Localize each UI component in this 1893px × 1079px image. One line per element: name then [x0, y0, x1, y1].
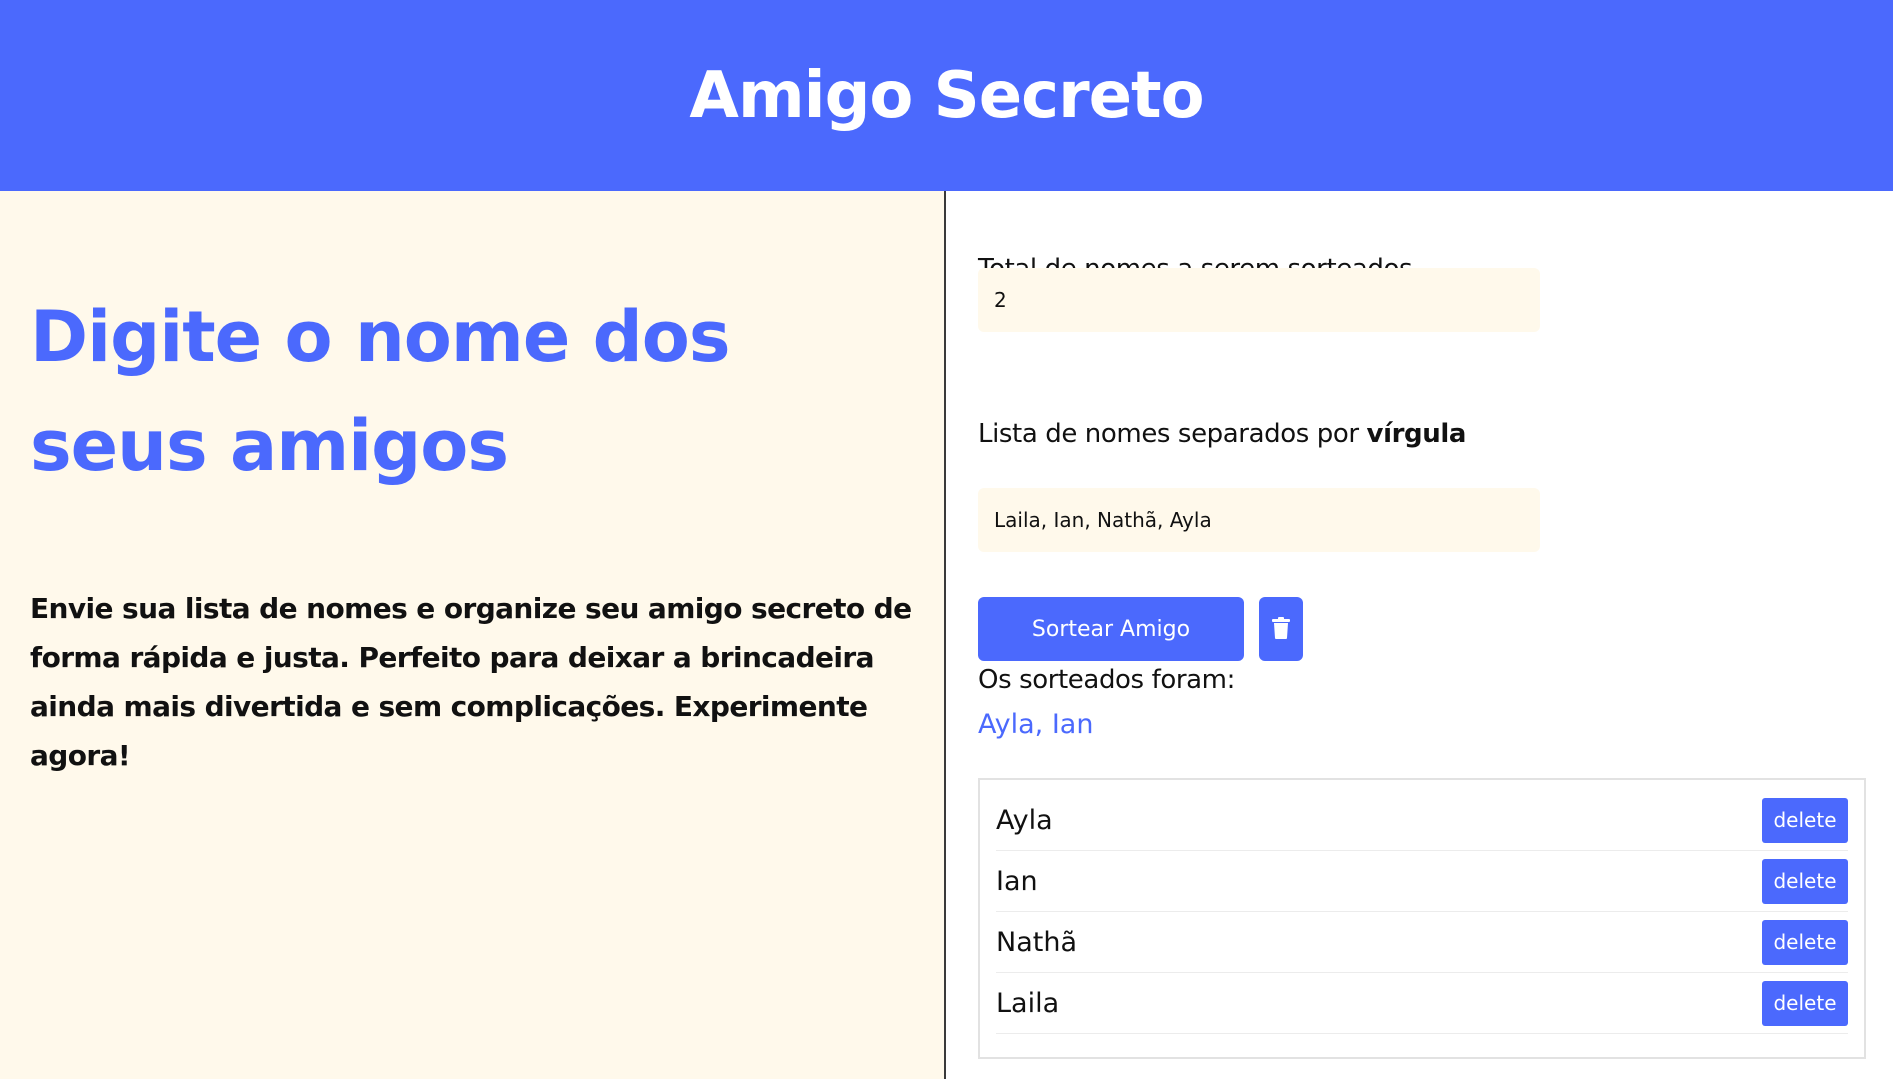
list-item-name: Nathã — [996, 926, 1077, 958]
names-list-label: Lista de nomes separados por vírgula — [978, 419, 1466, 449]
list-item: Laila delete — [996, 973, 1848, 1034]
list-item-name: Ian — [996, 865, 1038, 897]
names-list-label-bold: vírgula — [1366, 419, 1467, 449]
draw-friend-button[interactable]: Sortear Amigo — [978, 597, 1244, 661]
app-title: Amigo Secreto — [689, 58, 1204, 133]
list-item: Ian delete — [996, 851, 1848, 912]
app-header: Amigo Secreto — [0, 0, 1893, 191]
list-item-name: Laila — [996, 987, 1060, 1019]
list-item: Nathã delete — [996, 912, 1848, 973]
results-value: Ayla, Ian — [978, 709, 1094, 740]
clear-button[interactable] — [1259, 597, 1303, 661]
list-item: Ayla delete — [996, 790, 1848, 851]
form-panel: Total de nomes a serem sorteados Lista d… — [948, 191, 1893, 1079]
list-item-name: Ayla — [996, 804, 1053, 836]
names-list-input[interactable] — [978, 488, 1540, 552]
delete-button[interactable]: delete — [1762, 980, 1848, 1026]
intro-description: Envie sua lista de nomes e organize seu … — [30, 592, 912, 772]
names-list-label-text: Lista de nomes separados por — [978, 419, 1359, 449]
names-list: Ayla delete Ian delete Nathã delete Lail… — [978, 778, 1866, 1059]
results-title: Os sorteados foram: — [978, 665, 1235, 695]
total-names-input[interactable] — [978, 268, 1540, 332]
intro-heading: Digite o nome dos seus amigos — [30, 296, 731, 487]
intro-panel: Digite o nome dos seus amigos Envie sua … — [0, 191, 946, 1079]
delete-button[interactable]: delete — [1762, 919, 1848, 965]
delete-button[interactable]: delete — [1762, 858, 1848, 904]
delete-button[interactable]: delete — [1762, 797, 1848, 843]
trash-icon — [1272, 616, 1290, 642]
